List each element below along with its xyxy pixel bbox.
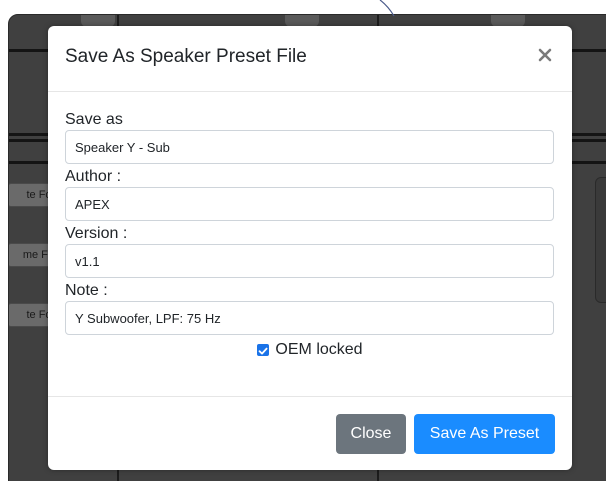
note-label: Note : bbox=[65, 282, 108, 299]
close-icon[interactable] bbox=[536, 46, 554, 64]
oem-locked-label[interactable]: OEM locked bbox=[275, 341, 362, 359]
save-as-input[interactable] bbox=[65, 130, 554, 164]
dialog-header: Save As Speaker Preset File bbox=[48, 26, 572, 92]
checkmark-icon bbox=[259, 347, 268, 355]
save-as-preset-button[interactable]: Save As Preset bbox=[414, 414, 555, 454]
oem-locked-row: OEM locked bbox=[65, 339, 555, 361]
note-input[interactable] bbox=[65, 301, 554, 335]
close-button[interactable]: Close bbox=[336, 414, 406, 454]
dialog-footer: Close Save As Preset bbox=[48, 396, 572, 470]
dialog-title: Save As Speaker Preset File bbox=[65, 46, 307, 67]
oem-locked-checkbox[interactable] bbox=[257, 344, 270, 356]
save-as-label: Save as bbox=[65, 111, 123, 128]
version-label: Version : bbox=[65, 225, 128, 242]
author-label: Author : bbox=[65, 168, 122, 185]
author-input[interactable] bbox=[65, 187, 554, 221]
version-input[interactable] bbox=[65, 244, 554, 278]
dialog-body: Save as Author : Version : Note : OEM lo… bbox=[48, 110, 572, 361]
save-preset-dialog: Save As Speaker Preset File Save as Auth… bbox=[48, 26, 572, 470]
